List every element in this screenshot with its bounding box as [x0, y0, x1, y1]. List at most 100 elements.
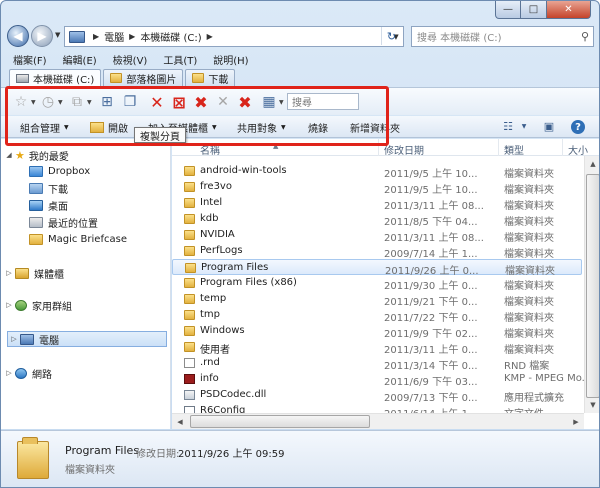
search-input[interactable]: 搜尋 本機磁碟 (C:) ⚲: [411, 26, 594, 47]
forward-button[interactable]: ▶: [31, 25, 53, 47]
tab-bar: 本機磁碟 (C:) 部落格圖片 下載: [1, 68, 599, 86]
horizontal-scrollbar[interactable]: ◀ ▶: [172, 413, 584, 429]
nav-libraries[interactable]: ▷ 媒體櫃: [3, 265, 173, 281]
chevron-down-icon[interactable]: ▼: [279, 99, 284, 106]
file-row[interactable]: Program Files (x86) 2011/9/30 上午 0... 檔案…: [172, 275, 582, 292]
file-row[interactable]: NVIDIA 2011/3/11 上午 08... 檔案資料夾: [172, 227, 582, 244]
column-date[interactable]: 修改日期: [384, 142, 424, 157]
chevron-right-icon[interactable]: ▶: [93, 32, 99, 41]
duplicate-tab-icon[interactable]: ❐: [120, 93, 140, 111]
downloads-icon: [29, 182, 43, 194]
close-right-icon[interactable]: ✖: [235, 93, 255, 112]
folder-icon: [184, 214, 195, 224]
view-options-icon[interactable]: ▦: [259, 93, 279, 111]
vertical-scrollbar[interactable]: ▲ ▼: [584, 156, 599, 413]
nav-network[interactable]: ▷ 網路: [3, 365, 173, 381]
help-icon[interactable]: ?: [571, 120, 585, 134]
file-row[interactable]: kdb 2011/8/5 下午 04... 檔案資料夾: [172, 211, 582, 228]
nav-homegroup[interactable]: ▷ 家用群組: [3, 297, 173, 313]
file-row[interactable]: PerfLogs 2009/7/14 上午 1... 檔案資料夾: [172, 243, 582, 260]
expand-arrow-icon[interactable]: ▷: [8, 335, 20, 343]
file-row[interactable]: PSDCodec.dll 2009/7/13 下午 0... 應用程式擴充: [172, 387, 582, 404]
scrollbar-thumb[interactable]: [190, 415, 370, 428]
file-row[interactable]: Windows 2011/9/9 下午 02... 檔案資料夾: [172, 323, 582, 340]
file-date: 2011/6/9 下午 03...: [384, 377, 478, 388]
folder-icon: [185, 263, 196, 273]
file-row-selected[interactable]: Program Files 2011/9/26 上午 0... 檔案資料夾: [172, 259, 582, 277]
scroll-up-icon[interactable]: ▲: [585, 156, 599, 172]
expand-arrow-icon[interactable]: ▷: [3, 369, 15, 377]
expand-arrow-icon[interactable]: ▷: [3, 301, 15, 309]
share-button[interactable]: 共用對象 ▼: [237, 120, 286, 135]
new-tab-icon[interactable]: ⊞: [97, 93, 117, 111]
chevron-down-icon[interactable]: ▼: [58, 99, 63, 106]
file-row[interactable]: 使用者 2011/3/11 上午 0... 檔案資料夾: [172, 339, 582, 356]
burn-button[interactable]: 燒錄: [308, 120, 328, 135]
back-button[interactable]: ◀: [7, 25, 29, 47]
view-menu-icon[interactable]: ☷: [500, 119, 516, 134]
dropbox-icon: [29, 165, 43, 177]
recent-pages-dropdown[interactable]: ▼: [55, 31, 60, 39]
menu-tools[interactable]: 工具(T): [163, 52, 197, 67]
chevron-right-icon[interactable]: ▶: [207, 32, 213, 41]
close-others-icon[interactable]: ⊠: [169, 93, 189, 112]
menu-file[interactable]: 檔案(F): [13, 52, 47, 67]
chevron-down-icon: ▼: [212, 124, 217, 131]
address-bar[interactable]: ▶ 電腦 ▶ 本機磁碟 (C:) ▶ ▼: [64, 26, 404, 47]
file-row[interactable]: .rnd 2011/3/14 下午 0... RND 檔案: [172, 355, 582, 372]
tab-downloads[interactable]: 下載: [185, 69, 236, 86]
nav-favorites[interactable]: ◢ ★ 我的最愛: [3, 147, 173, 163]
column-divider[interactable]: [498, 139, 499, 156]
scroll-down-icon[interactable]: ▼: [585, 397, 599, 413]
column-size[interactable]: 大小: [568, 142, 588, 157]
scroll-left-icon[interactable]: ◀: [172, 414, 188, 429]
breadcrumb-local-disk[interactable]: 本機磁碟 (C:): [140, 29, 201, 44]
expand-arrow-icon[interactable]: ◢: [3, 151, 15, 159]
close-left-icon[interactable]: ✕: [213, 93, 233, 111]
scrollbar-thumb[interactable]: [586, 174, 599, 398]
file-row[interactable]: info 2011/6/9 下午 03... KMP - MPEG Mo...: [172, 371, 591, 388]
organize-button[interactable]: 組合管理 ▼: [20, 120, 69, 135]
recent-places-icon: [29, 216, 43, 228]
column-name[interactable]: 名稱: [200, 142, 220, 157]
file-icon: [184, 358, 195, 368]
open-button[interactable]: 開啟: [90, 120, 128, 135]
file-row[interactable]: android-win-tools 2011/9/5 上午 10... 檔案資料…: [172, 163, 582, 180]
tab-search-input[interactable]: 搜尋: [287, 93, 359, 110]
tab-local-disk[interactable]: 本機磁碟 (C:): [9, 69, 102, 86]
scroll-right-icon[interactable]: ▶: [568, 414, 584, 429]
close-button[interactable]: ✕: [547, 1, 591, 19]
file-type: RND 檔案: [504, 361, 550, 372]
nav-computer[interactable]: ▷ 電腦: [7, 331, 167, 347]
menu-edit[interactable]: 編輯(E): [63, 52, 97, 67]
new-folder-button[interactable]: 新增資料夾: [350, 120, 400, 135]
expand-arrow-icon[interactable]: ▷: [3, 269, 15, 277]
breadcrumb-computer[interactable]: 電腦: [104, 29, 124, 44]
chevron-down-icon[interactable]: ▼: [31, 99, 36, 106]
file-row[interactable]: fre3vo 2011/9/5 上午 10... 檔案資料夾: [172, 179, 582, 196]
history-clock-icon[interactable]: ◷: [38, 93, 58, 111]
file-row[interactable]: Intel 2011/3/11 上午 08... 檔案資料夾: [172, 195, 582, 212]
search-icon[interactable]: ⚲: [581, 30, 589, 43]
column-divider[interactable]: [378, 139, 379, 156]
refresh-icon[interactable]: ↻: [381, 27, 401, 45]
favorite-star-icon[interactable]: ☆: [11, 93, 31, 111]
share-label: 共用對象: [237, 124, 277, 135]
tab-blog-images[interactable]: 部落格圖片: [103, 69, 184, 86]
close-all-icon[interactable]: ✖: [191, 93, 211, 112]
column-type[interactable]: 類型: [504, 142, 524, 157]
file-row[interactable]: temp 2011/9/21 下午 0... 檔案資料夾: [172, 291, 582, 308]
chevron-right-icon[interactable]: ▶: [129, 32, 135, 41]
close-tab-icon[interactable]: ✕: [147, 93, 167, 112]
preview-pane-icon[interactable]: ▣: [541, 119, 557, 134]
menu-help[interactable]: 說明(H): [213, 52, 248, 67]
file-row[interactable]: tmp 2011/7/22 下午 0... 檔案資料夾: [172, 307, 582, 324]
maximize-button[interactable]: □: [521, 1, 547, 19]
chevron-down-icon[interactable]: ▼: [516, 119, 532, 134]
folder-icon: [184, 294, 195, 304]
menu-view[interactable]: 檢視(V): [113, 52, 148, 67]
column-divider[interactable]: [562, 139, 563, 156]
minimize-button[interactable]: —: [495, 1, 521, 19]
group-icon[interactable]: ⧉: [67, 93, 87, 111]
chevron-down-icon[interactable]: ▼: [87, 99, 92, 106]
